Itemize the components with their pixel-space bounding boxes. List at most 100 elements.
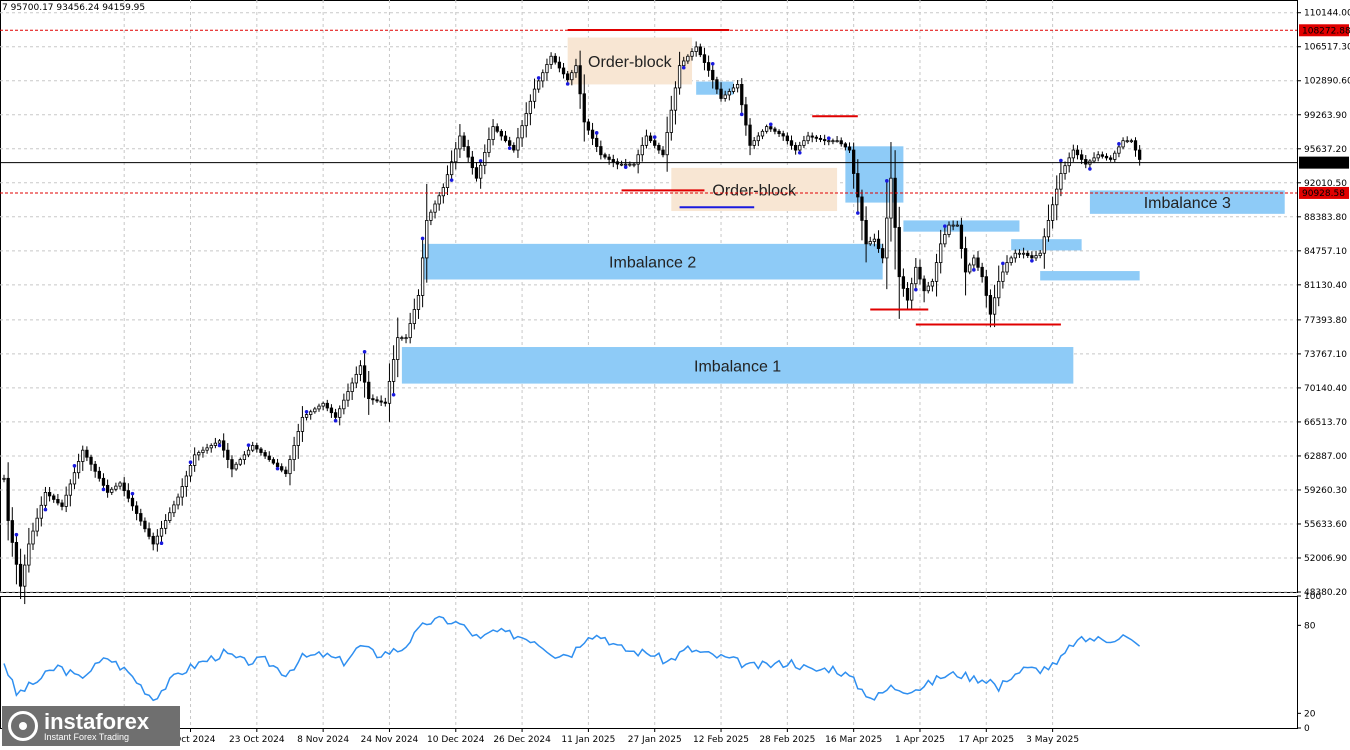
candle-body	[756, 135, 760, 142]
candle-body	[114, 485, 118, 490]
candle-body	[1125, 140, 1129, 143]
candle-body	[383, 401, 387, 404]
candle-body	[914, 266, 918, 285]
candle-body	[764, 126, 769, 132]
candle-body	[371, 398, 375, 401]
indicator-tick-label: 80	[1304, 621, 1316, 631]
x-tick-label: 1 Apr 2025	[895, 735, 945, 745]
candle-body	[810, 135, 814, 138]
candle-body	[445, 174, 450, 188]
candle-body	[781, 133, 785, 137]
fractal-marker	[856, 211, 860, 215]
candle-body	[1017, 252, 1022, 255]
x-tick-label: 17 Apr 2025	[958, 735, 1014, 745]
candle-body	[872, 238, 877, 242]
candle-body	[901, 276, 906, 289]
candle-body	[512, 144, 516, 151]
candle-body	[561, 67, 566, 75]
y-tick-label: 102890.60	[1304, 77, 1350, 87]
candle-body	[864, 220, 868, 245]
y-tick-label: 77393.80	[1304, 316, 1347, 326]
fractal-marker	[246, 443, 251, 447]
candle-body	[342, 399, 346, 410]
candle-body	[624, 163, 628, 166]
candle-body	[2, 477, 6, 480]
candle-body	[1104, 155, 1109, 159]
candle-body	[396, 337, 400, 360]
candle-body	[574, 65, 578, 74]
candle-body	[130, 497, 135, 507]
candle-body	[1108, 157, 1113, 160]
candle-body	[698, 46, 702, 56]
candle-body	[238, 459, 242, 465]
candle-body	[976, 257, 980, 268]
candle-body	[1050, 204, 1055, 221]
x-tick-label: 27 Jan 2025	[628, 735, 682, 745]
order-block-zone-label: Order-block	[588, 54, 673, 71]
candle-body	[14, 542, 19, 565]
fractal-marker	[333, 418, 338, 423]
candle-body	[947, 224, 951, 235]
candle-body	[818, 137, 823, 140]
candle-body	[441, 187, 445, 197]
candle-body	[673, 87, 678, 111]
fractal-marker	[797, 150, 802, 155]
candle-body	[275, 462, 280, 468]
candle-body	[367, 381, 371, 400]
candle-body	[582, 93, 586, 123]
fractal-marker	[739, 112, 744, 117]
candle-body	[93, 463, 97, 472]
candle-body	[39, 504, 43, 519]
candle-body	[686, 55, 690, 62]
candle-body	[288, 459, 292, 475]
candle-body	[358, 365, 363, 375]
logo-name: instaforex	[44, 708, 150, 734]
y-tick-label: 110144.00	[1304, 9, 1350, 19]
y-tick-label: 84757.10	[1304, 247, 1347, 257]
candle-body	[416, 295, 421, 310]
fractal-marker	[130, 491, 135, 496]
candle-body	[607, 156, 611, 160]
candle-body	[553, 55, 557, 63]
candle-body	[549, 55, 553, 65]
candle-body	[827, 140, 831, 143]
candle-body	[910, 283, 914, 301]
fractal-marker	[304, 410, 309, 414]
candle-body	[727, 91, 731, 96]
candle-body	[1129, 140, 1134, 143]
fractal-marker	[217, 443, 222, 448]
candle-body	[984, 276, 988, 296]
candle-body	[47, 491, 52, 497]
candle-body	[943, 234, 947, 245]
indicator-tick-label: 100	[1304, 592, 1321, 602]
candle-body	[27, 543, 31, 566]
candle-body	[280, 466, 284, 471]
candle-body	[1009, 257, 1013, 264]
candle-body	[437, 195, 441, 205]
candle-body	[155, 535, 159, 545]
candle-body	[317, 405, 321, 410]
candle-body	[292, 445, 296, 460]
candle-body	[930, 280, 935, 287]
indicator-tick-label: 20	[1304, 709, 1316, 719]
candle-body	[1079, 154, 1084, 160]
fractal-marker	[594, 131, 599, 135]
candle-body	[876, 238, 881, 249]
candle-body	[97, 470, 101, 479]
candle-body	[487, 139, 491, 153]
candle-body	[483, 152, 487, 166]
x-tick-label: 28 Feb 2025	[759, 735, 815, 745]
candle-body	[595, 137, 599, 147]
candle-body	[296, 431, 300, 446]
candle-body	[939, 243, 943, 264]
candle-body	[744, 104, 748, 126]
candle-body	[1034, 255, 1038, 259]
candle-body	[657, 144, 661, 151]
main-pane-frame	[0, 0, 1298, 593]
candle-body	[723, 94, 727, 99]
candle-body	[740, 84, 744, 106]
y-tick-label: 66513.70	[1304, 418, 1347, 428]
candle-body	[72, 472, 77, 485]
candle-body	[897, 227, 901, 278]
candle-body	[735, 84, 740, 89]
